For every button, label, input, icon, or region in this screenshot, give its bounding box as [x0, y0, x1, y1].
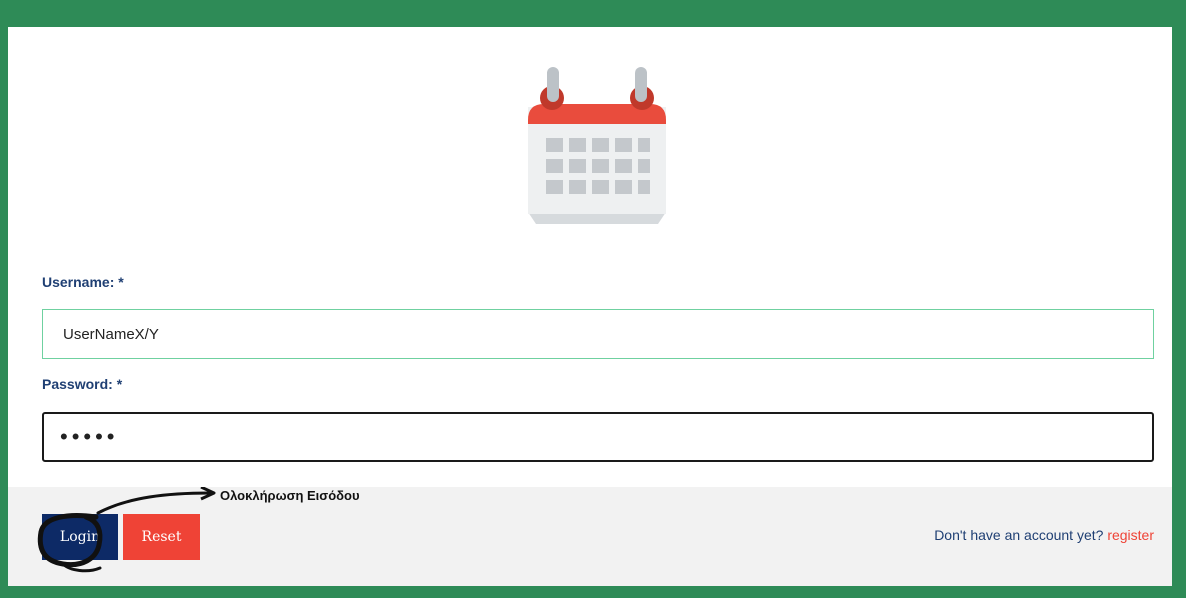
form-footer: Login Reset Ολοκλήρωση Εισόδου Don't hav… [8, 487, 1172, 586]
calendar-icon [522, 62, 672, 227]
register-prompt-text: Don't have an account yet? [934, 527, 1104, 543]
annotation-text: Ολοκλήρωση Εισόδου [220, 488, 360, 503]
username-input[interactable] [42, 309, 1154, 359]
page-frame: Username: * Password: * Login Reset Ολοκ… [0, 0, 1186, 598]
login-button[interactable]: Login [42, 514, 118, 560]
register-prompt: Don't have an account yet? register [934, 527, 1154, 543]
login-panel: Username: * Password: * Login Reset Ολοκ… [8, 27, 1172, 586]
username-label: Username: * [42, 274, 124, 290]
password-input[interactable] [42, 412, 1154, 462]
password-label: Password: * [42, 376, 123, 392]
reset-button[interactable]: Reset [123, 514, 200, 560]
register-link[interactable]: register [1107, 527, 1154, 543]
